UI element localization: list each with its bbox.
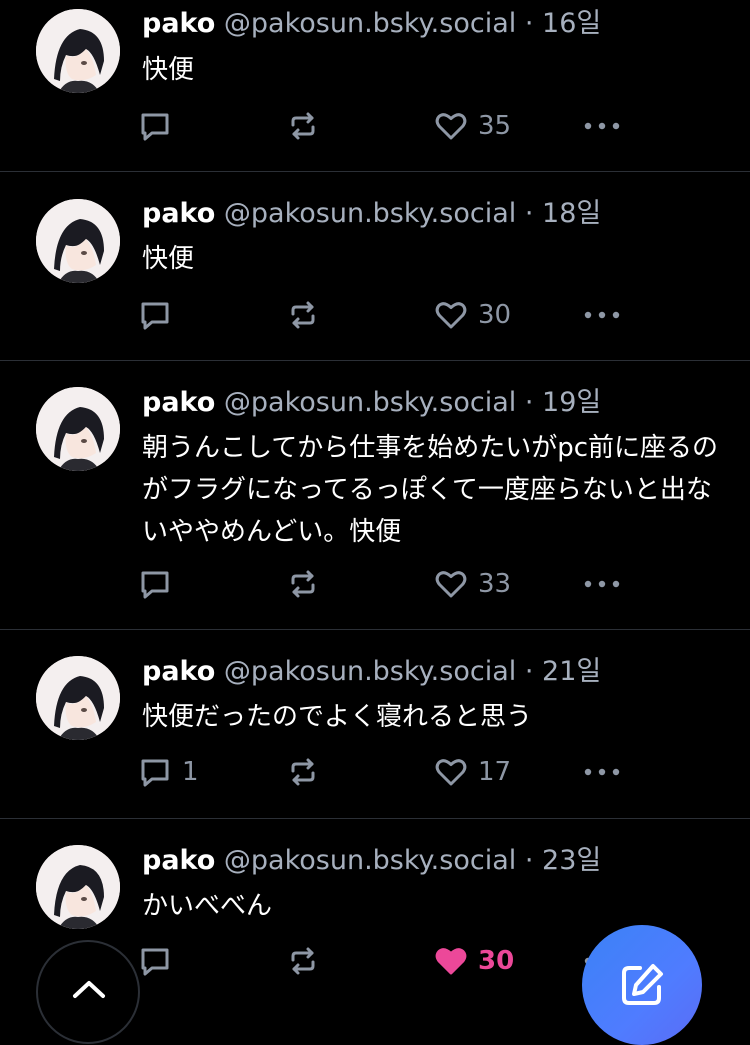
like-count: 30	[478, 946, 515, 976]
repost-arrows-icon	[286, 298, 320, 332]
post-text: 朝うんこしてから仕事を始めたいがpc前に座るのがフラグになってるっぽくて一度座ら…	[142, 433, 719, 547]
author-display-name[interactable]: pako	[142, 845, 215, 876]
post-timestamp[interactable]: 21일	[542, 656, 601, 687]
reply-button[interactable]	[138, 566, 182, 602]
like-count: 30	[478, 300, 512, 330]
repost-arrows-icon	[286, 567, 320, 601]
reply-button[interactable]	[138, 108, 182, 144]
post-meta: pako @pakosun.bsky.social · 16일	[142, 6, 601, 42]
author-handle[interactable]: @pakosun.bsky.social	[224, 656, 516, 687]
avatar[interactable]	[36, 656, 120, 740]
author-handle[interactable]: @pakosun.bsky.social	[224, 198, 516, 229]
repost-button[interactable]	[286, 297, 320, 333]
heart-icon	[434, 298, 468, 332]
author-display-name[interactable]: pako	[142, 387, 215, 418]
post-timestamp[interactable]: 19일	[542, 387, 601, 418]
repost-button[interactable]	[286, 754, 320, 790]
post-text: かいべべん	[142, 891, 273, 921]
ellipsis-icon	[582, 755, 622, 789]
reply-button[interactable]: 1	[138, 754, 199, 790]
post-timestamp[interactable]: 23일	[542, 845, 601, 876]
reply-button[interactable]	[138, 943, 182, 979]
repost-button[interactable]	[286, 943, 320, 979]
post-text: 快便	[142, 55, 195, 85]
speech-bubble-icon	[138, 298, 172, 332]
repost-button[interactable]	[286, 108, 320, 144]
post-item[interactable]: pako @pakosun.bsky.social · 18일 快便 30	[0, 172, 750, 361]
like-button[interactable]: 33	[434, 566, 511, 602]
compose-post-button[interactable]	[582, 925, 702, 1045]
meta-separator: ·	[524, 387, 534, 418]
post-timestamp[interactable]: 16일	[542, 8, 601, 39]
author-handle[interactable]: @pakosun.bsky.social	[224, 8, 516, 39]
repost-arrows-icon	[286, 109, 320, 143]
author-display-name[interactable]: pako	[142, 656, 215, 687]
repost-arrows-icon	[286, 944, 320, 978]
ellipsis-icon	[582, 567, 622, 601]
more-options-button[interactable]	[582, 754, 622, 790]
avatar[interactable]	[36, 845, 120, 929]
scroll-to-top-button[interactable]	[36, 940, 140, 1044]
more-options-button[interactable]	[582, 566, 622, 602]
like-count: 33	[478, 569, 512, 599]
like-count: 35	[478, 111, 512, 141]
like-button[interactable]: 30	[434, 943, 514, 979]
speech-bubble-icon	[138, 109, 172, 143]
post-item[interactable]: pako @pakosun.bsky.social · 16일 快便 35	[0, 0, 750, 172]
post-meta: pako @pakosun.bsky.social · 19일	[142, 385, 601, 421]
author-handle[interactable]: @pakosun.bsky.social	[224, 387, 516, 418]
like-button[interactable]: 35	[434, 108, 511, 144]
heart-icon	[434, 567, 468, 601]
repost-arrows-icon	[286, 755, 320, 789]
avatar[interactable]	[36, 199, 120, 283]
speech-bubble-icon	[138, 567, 172, 601]
post-meta: pako @pakosun.bsky.social · 18일	[142, 196, 601, 232]
more-options-button[interactable]	[582, 108, 622, 144]
avatar[interactable]	[36, 9, 120, 93]
post-item[interactable]: pako @pakosun.bsky.social · 19일 朝うんこしてから…	[0, 361, 750, 630]
like-button[interactable]: 17	[434, 754, 511, 790]
meta-separator: ·	[524, 845, 534, 876]
ellipsis-icon	[582, 298, 622, 332]
repost-button[interactable]	[286, 566, 320, 602]
heart-icon	[434, 755, 468, 789]
post-text: 快便	[142, 244, 195, 274]
avatar[interactable]	[36, 387, 120, 471]
reply-button[interactable]	[138, 297, 182, 333]
post-meta: pako @pakosun.bsky.social · 23일	[142, 843, 601, 879]
meta-separator: ·	[524, 198, 534, 229]
like-button[interactable]: 30	[434, 297, 511, 333]
meta-separator: ·	[524, 656, 534, 687]
post-meta: pako @pakosun.bsky.social · 21일	[142, 654, 601, 690]
author-display-name[interactable]: pako	[142, 8, 215, 39]
author-display-name[interactable]: pako	[142, 198, 215, 229]
like-count: 17	[478, 757, 512, 787]
speech-bubble-icon	[138, 755, 172, 789]
more-options-button[interactable]	[582, 297, 622, 333]
heart-filled-icon	[434, 944, 468, 978]
speech-bubble-icon	[138, 944, 172, 978]
post-text: 快便だったのでよく寝れると思う	[142, 702, 533, 732]
author-handle[interactable]: @pakosun.bsky.social	[224, 845, 516, 876]
post-item[interactable]: pako @pakosun.bsky.social · 21일 快便だったのでよ…	[0, 630, 750, 819]
post-timestamp[interactable]: 18일	[542, 198, 601, 229]
reply-count: 1	[182, 757, 199, 787]
heart-icon	[434, 109, 468, 143]
ellipsis-icon	[582, 109, 622, 143]
meta-separator: ·	[524, 8, 534, 39]
